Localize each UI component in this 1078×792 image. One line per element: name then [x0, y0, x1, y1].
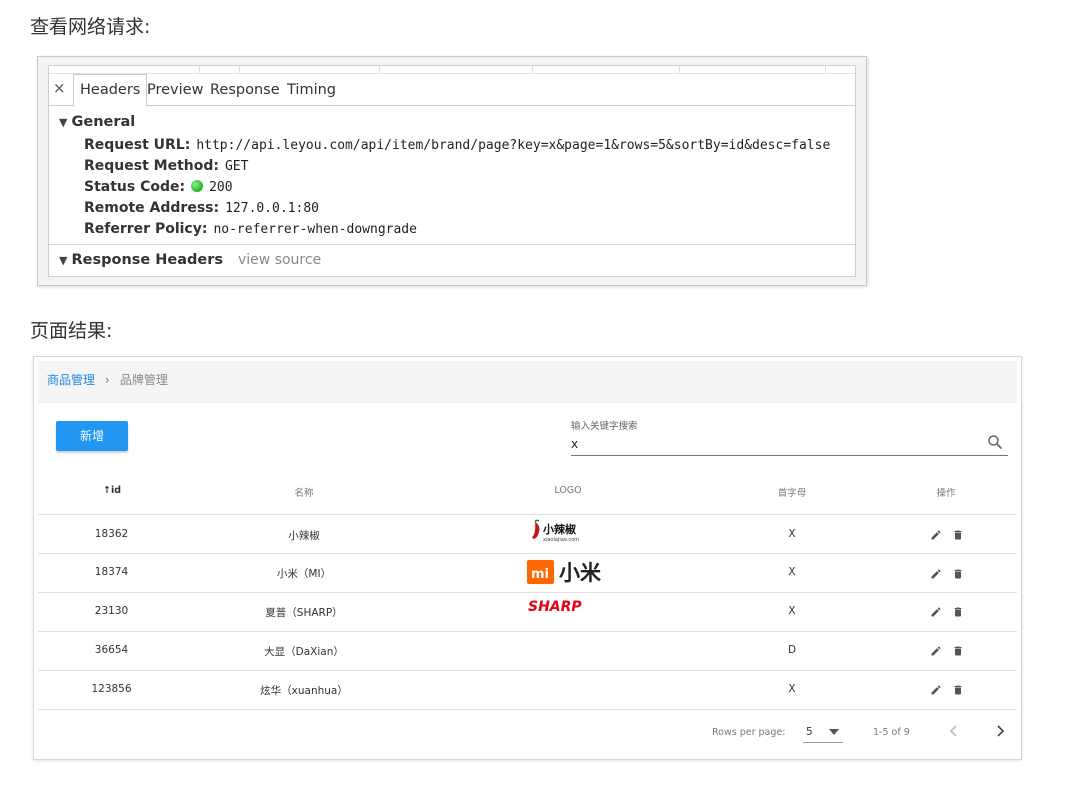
delete-icon[interactable]: [952, 606, 964, 618]
referrer-policy-value: no-referrer-when-downgrade: [213, 222, 417, 237]
delete-icon[interactable]: [952, 684, 964, 696]
row-letter: X: [788, 605, 796, 617]
table-header-divider: [38, 514, 1017, 515]
triangle-down-icon: ▼: [59, 254, 68, 267]
network-heading: 查看网络请求:: [30, 16, 151, 38]
delete-icon[interactable]: [952, 529, 964, 541]
search-icon[interactable]: [986, 433, 1004, 451]
devtools-panel: × Headers Preview Response Timing ▼ Gener…: [37, 56, 867, 286]
pagination-range: 1-5 of 9: [873, 727, 910, 738]
edit-icon[interactable]: [930, 684, 942, 696]
request-url-label: Request URL:: [84, 137, 191, 153]
column-header-id[interactable]: ↑id: [94, 485, 130, 496]
row-divider: [38, 631, 1017, 632]
sharp-logo: SHARP: [528, 599, 582, 614]
breadcrumb-product-management[interactable]: 商品管理: [47, 373, 95, 387]
rows-per-page-value: 5: [806, 726, 813, 738]
status-code-label: Status Code:: [84, 179, 186, 195]
row-divider: [38, 553, 1017, 554]
row-name: 炫华（xuanhua）: [260, 685, 348, 697]
xiaomi-logo: mi 小米: [527, 560, 602, 585]
result-heading: 页面结果:: [30, 320, 113, 342]
svg-text:xiaolajiao.com: xiaolajiao.com: [543, 537, 579, 543]
breadcrumb-brand-management: 品牌管理: [119, 373, 168, 387]
section-divider: [49, 244, 855, 245]
add-brand-button[interactable]: 新增: [56, 421, 128, 451]
breadcrumb-separator: ›: [105, 373, 110, 387]
rows-per-page-select[interactable]: 5: [803, 721, 843, 743]
dropdown-arrow-icon: [829, 729, 839, 735]
search-input[interactable]: [571, 432, 1008, 456]
svg-text:mi: mi: [531, 567, 549, 582]
tab-preview[interactable]: Preview: [147, 74, 203, 106]
status-ok-icon: [191, 180, 204, 192]
edit-icon[interactable]: [930, 606, 942, 618]
status-code-value: 200: [209, 180, 233, 195]
column-header-actions: 操作: [936, 488, 956, 499]
row-name: 大显（DaXian）: [264, 646, 344, 658]
row-letter: X: [788, 528, 796, 540]
row-id: 23130: [94, 605, 129, 617]
edit-icon[interactable]: [930, 568, 942, 580]
row-divider: [38, 592, 1017, 593]
remote-address-label: Remote Address:: [84, 200, 220, 216]
column-id-label: id: [110, 485, 122, 496]
brand-management-page: 商品管理›品牌管理 新增 输入关键字搜索 ↑id 名称 LOGO 首字母 操作 …: [33, 356, 1022, 760]
row-divider: [38, 670, 1017, 671]
column-header-logo: LOGO: [554, 485, 582, 496]
general-section-toggle[interactable]: ▼ General: [59, 114, 135, 130]
svg-text:SHARP: SHARP: [528, 599, 582, 614]
general-title: General: [71, 114, 136, 130]
request-list-strip: [49, 66, 855, 74]
edit-icon[interactable]: [930, 529, 942, 541]
row-id: 18362: [94, 528, 129, 540]
row-letter: X: [788, 566, 796, 578]
row-name: 小米（MI）: [276, 568, 332, 580]
devtools-network-detail: × Headers Preview Response Timing ▼ Gener…: [48, 65, 856, 277]
referrer-policy-row: Referrer Policy: no-referrer-when-downgra…: [84, 221, 417, 237]
request-method-value: GET: [224, 159, 249, 174]
sort-ascending-icon: ↑: [102, 485, 111, 496]
tab-timing[interactable]: Timing: [287, 74, 336, 106]
table-footer-divider: [38, 709, 1017, 710]
triangle-down-icon: ▼: [59, 116, 68, 129]
previous-page-icon[interactable]: [946, 723, 962, 739]
request-method-row: Request Method: GET: [84, 158, 248, 174]
tab-headers[interactable]: Headers: [73, 74, 148, 107]
svg-text:小米: 小米: [559, 561, 602, 585]
row-name: 小辣椒: [288, 530, 320, 542]
edit-icon[interactable]: [930, 645, 942, 657]
response-headers-title: Response Headers: [71, 252, 224, 268]
row-id: 36654: [94, 644, 129, 656]
search-label: 输入关键字搜索: [571, 421, 638, 432]
request-url-row: Request URL: http://api.leyou.com/api/ite…: [84, 137, 830, 153]
row-letter: D: [787, 644, 797, 656]
column-header-name: 名称: [294, 488, 314, 499]
remote-address-row: Remote Address: 127.0.0.1:80: [84, 200, 319, 216]
delete-icon[interactable]: [952, 568, 964, 580]
referrer-policy-label: Referrer Policy:: [84, 221, 208, 237]
status-code-row: Status Code: 200: [84, 179, 233, 195]
row-id: 18374: [94, 566, 129, 578]
rows-per-page-label: Rows per page:: [712, 727, 786, 738]
close-icon[interactable]: ×: [53, 79, 69, 99]
tab-response[interactable]: Response: [210, 74, 280, 106]
request-method-label: Request Method:: [84, 158, 219, 174]
view-source-link[interactable]: view source: [238, 252, 321, 268]
request-url-value: http://api.leyou.com/api/item/brand/page…: [196, 138, 831, 153]
row-letter: X: [788, 683, 796, 695]
remote-address-value: 127.0.0.1:80: [225, 201, 320, 216]
delete-icon[interactable]: [952, 645, 964, 657]
row-name: 夏普（SHARP）: [265, 607, 343, 619]
next-page-icon[interactable]: [992, 723, 1008, 739]
svg-text:小辣椒: 小辣椒: [542, 522, 577, 536]
column-header-letter: 首字母: [777, 488, 807, 499]
xiaolajiao-logo: 小辣椒 xiaolajiao.com: [532, 519, 579, 543]
row-id: 123856: [91, 683, 132, 695]
detail-tabbar: × Headers Preview Response Timing: [49, 74, 855, 107]
breadcrumb: 商品管理 › 品牌管理: [38, 361, 1017, 403]
response-headers-toggle[interactable]: ▼ Response Headers: [59, 252, 223, 268]
